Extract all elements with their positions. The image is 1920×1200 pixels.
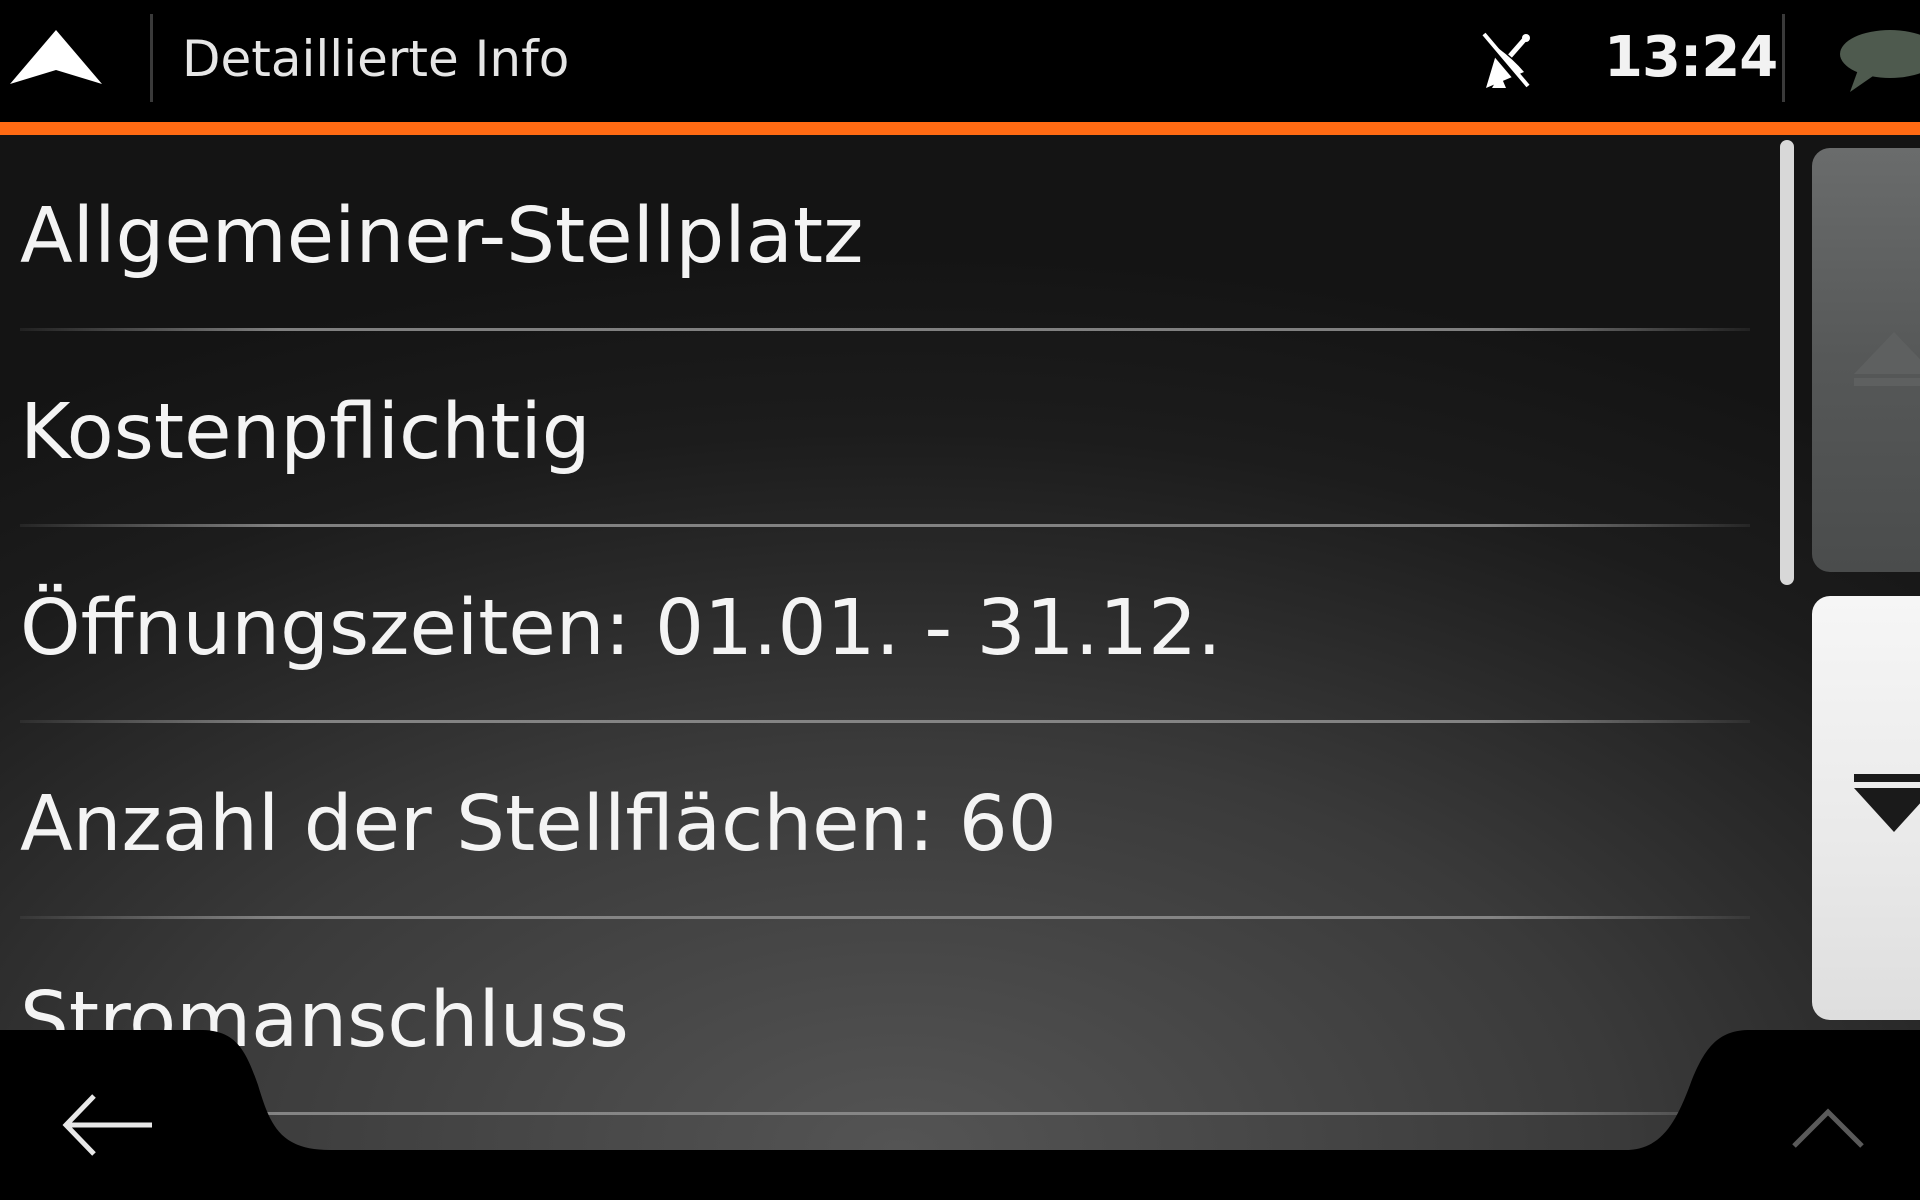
speech-bubble-icon[interactable] [1830,26,1920,96]
header-separator [1782,14,1785,102]
scroll-down-icon [1854,774,1920,832]
chevron-up-icon[interactable] [1790,1106,1866,1152]
list-item-label: Anzahl der Stellflächen: 60 [20,780,1057,869]
header-accent-line [0,122,1920,135]
list-item-label: Kostenpflichtig [20,388,591,477]
list-item[interactable]: Öffnungszeiten: 01.01. - 31.12. [0,527,1770,723]
list-item[interactable]: Allgemeiner-Stellplatz [0,135,1770,331]
header-separator [150,14,153,102]
detail-info-screen: Detaillierte Info 13:24 Allgemeiner-Stel… [0,0,1920,1200]
list-item-label: Öffnungszeiten: 01.01. - 31.12. [20,584,1222,673]
scroll-down-button[interactable] [1812,596,1920,1020]
list-item[interactable]: Kostenpflichtig [0,331,1770,527]
bottom-bar [0,1030,1920,1200]
scroll-up-button[interactable] [1812,148,1920,572]
bottom-bar-background [0,1030,1920,1200]
list-item-label: Allgemeiner-Stellplatz [20,192,864,281]
page-title: Detaillierte Info [182,30,570,88]
detail-list: Allgemeiner-Stellplatz Kostenpflichtig Ö… [0,135,1770,1115]
scrollbar[interactable] [1780,140,1794,585]
top-bar: Detaillierte Info 13:24 [0,0,1920,122]
scroll-up-icon [1854,332,1920,386]
clock: 13:24 [1604,25,1778,90]
back-arrow-icon[interactable] [60,1092,156,1158]
gps-satellite-off-icon [1478,32,1530,91]
list-item[interactable]: Anzahl der Stellflächen: 60 [0,723,1770,919]
navigation-arrow-icon[interactable] [8,28,104,86]
